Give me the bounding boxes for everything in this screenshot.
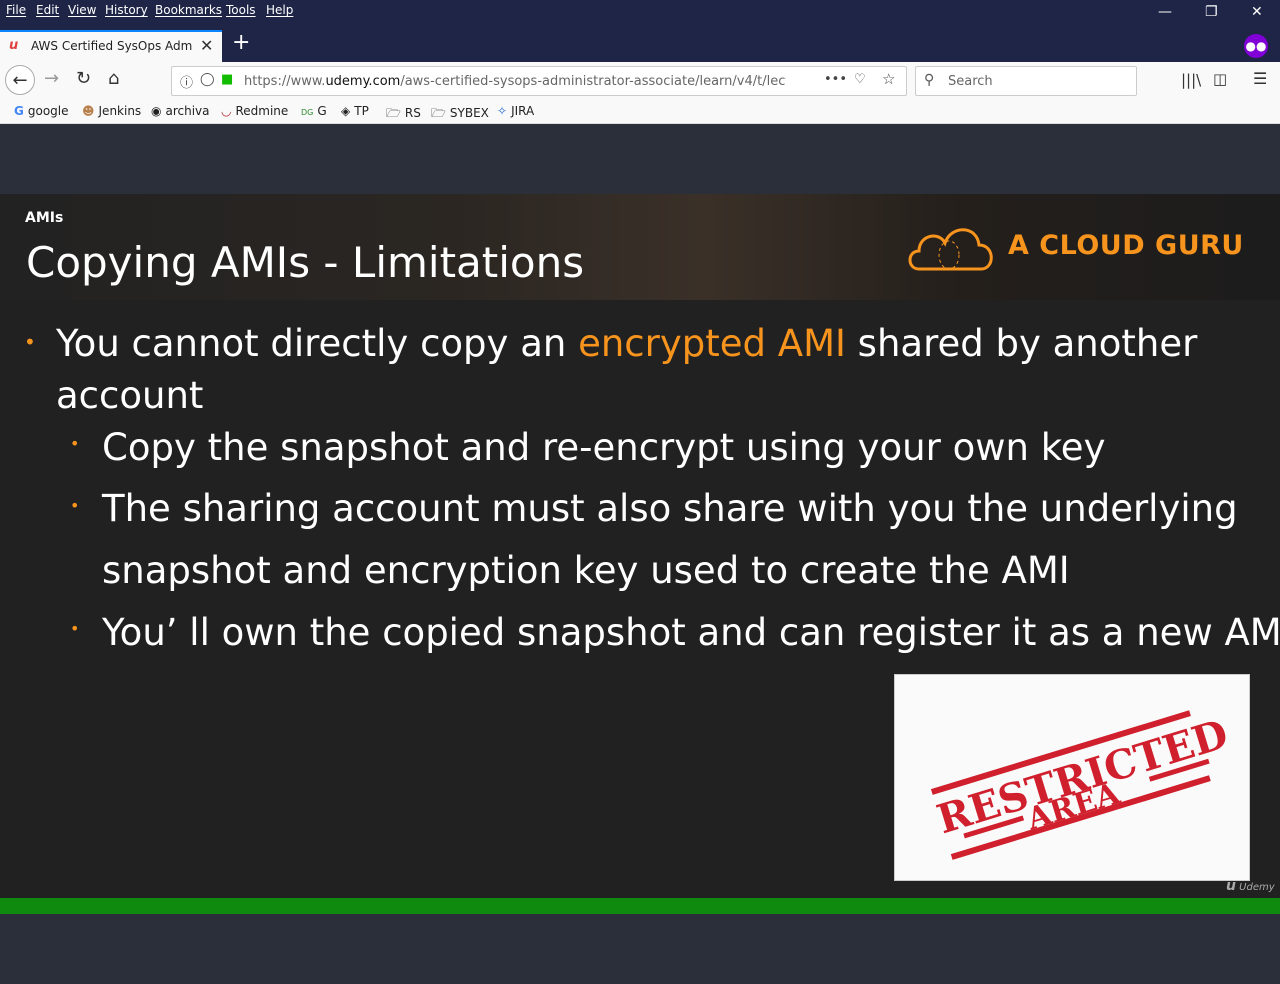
close-window-icon[interactable]: ✕ [1251, 4, 1263, 20]
tab-close-icon[interactable]: ✕ [200, 36, 213, 55]
search-input[interactable]: Search [948, 74, 993, 89]
bookmark-label: JIRA [511, 104, 535, 118]
private-browsing-icon: ●● [1244, 34, 1268, 58]
bookmark-google[interactable]: Ggoogle [14, 104, 69, 118]
bookmark-label: G [317, 104, 327, 118]
bookmark-rs[interactable]: 🗁 RS [386, 104, 421, 125]
bookmark-label: SYBEX [449, 106, 489, 120]
slide-title: Copying AMIs - Limitations [26, 238, 585, 287]
sub-bullet-2-continuation: snapshot and encryption key used to crea… [102, 549, 1070, 592]
watermark-text: Udemy [1239, 882, 1275, 893]
bullet-1-continuation: account [56, 374, 204, 417]
reload-button[interactable]: ↻ [76, 68, 91, 89]
menu-tools[interactable]: Tools [226, 3, 256, 17]
bookmark-jira[interactable]: ✧ JIRA [497, 104, 534, 118]
diamond-icon: ◈ [341, 104, 351, 118]
sub-bullet-3: You’ ll own the copied snapshot and can … [102, 611, 1280, 654]
bookmark-label: Redmine [235, 104, 289, 118]
sidebar-icon[interactable]: ◫ [1213, 70, 1227, 88]
lock-icon[interactable]: ■ [221, 72, 233, 87]
sub-bullet-icon: • [70, 619, 80, 638]
forward-button[interactable]: → [44, 68, 59, 89]
tracking-shield-icon[interactable]: ◯ [200, 72, 215, 87]
menu-help[interactable]: Help [266, 3, 293, 17]
bookmark-g[interactable]: DG G [301, 104, 327, 118]
globe-icon: ◉ [151, 104, 162, 118]
dg-icon: DG [301, 108, 314, 117]
bookmark-archiva[interactable]: ◉ archiva [151, 104, 210, 118]
sub-bullet-2: The sharing account must also share with… [102, 487, 1238, 530]
url-text: https://www.udemy.com/aws-certified-syso… [244, 74, 786, 89]
search-bar[interactable]: ⚲ Search [915, 66, 1137, 96]
bookmarks-bar: Ggoogle ☻ Jenkins ◉ archiva ◡ Redmine DG G ◈… [0, 100, 1280, 124]
home-button[interactable]: ⌂ [108, 68, 119, 89]
menu-file[interactable]: File [6, 3, 26, 17]
bookmark-redmine[interactable]: ◡ Redmine [221, 104, 288, 118]
bullet-icon: • [24, 330, 36, 354]
menu-edit[interactable]: Edit [36, 3, 59, 17]
bullet-1: You cannot directly copy an encrypted AM… [56, 322, 1198, 365]
library-icon[interactable]: |||\ [1181, 71, 1201, 89]
jira-icon: ✧ [497, 104, 508, 118]
restore-icon[interactable]: ❐ [1205, 4, 1218, 20]
player-controls-area [0, 914, 1280, 984]
sub-bullet-icon: • [70, 434, 80, 453]
bookmark-star-icon[interactable]: ☆ [882, 70, 895, 88]
new-tab-icon[interactable]: + [232, 30, 250, 55]
sub-bullet-icon: • [70, 496, 80, 515]
jenkins-icon: ☻ [82, 104, 95, 118]
tab-bar: u AWS Certified SysOps Administ ✕ + ●● [0, 22, 1280, 62]
url-bar[interactable]: ⓘ ◯ ■ https://www.udemy.com/aws-certifie… [171, 66, 907, 96]
video-progress-bar[interactable] [0, 898, 1280, 914]
menu-bar: File Edit View History Bookmarks Tools H… [0, 0, 1280, 22]
section-label: AMIs [25, 210, 64, 226]
search-icon: ⚲ [924, 72, 935, 88]
back-button[interactable]: ← [5, 65, 35, 95]
restricted-stamp-icon: RESTRICTED AREA [930, 710, 1233, 860]
tab-title: AWS Certified SysOps Administ [31, 39, 193, 53]
hamburger-menu-icon[interactable]: ☰ [1253, 69, 1267, 88]
pocket-icon[interactable]: ♡ [854, 72, 866, 87]
cloud-guru-logo-icon [908, 228, 993, 271]
redmine-icon: ◡ [221, 104, 232, 118]
tab-active[interactable]: u AWS Certified SysOps Administ ✕ [0, 30, 222, 62]
restricted-area-image: RESTRICTED AREA [894, 674, 1250, 881]
udemy-watermark: u Udemy [1226, 878, 1275, 894]
menu-history[interactable]: History [105, 3, 148, 17]
bookmark-jenkins[interactable]: ☻ Jenkins [82, 104, 141, 118]
menu-view[interactable]: View [68, 3, 96, 17]
google-icon: G [14, 104, 24, 118]
folder-icon: 🗁 [431, 106, 446, 120]
menu-bookmarks[interactable]: Bookmarks [155, 3, 222, 17]
bookmark-label: RS [404, 106, 421, 120]
page-actions-icon[interactable]: ••• [824, 72, 847, 87]
bookmark-sybex[interactable]: 🗁 SYBEX [431, 104, 489, 125]
slide-header: AMIs Copying AMIs - Limitations A CLOUD … [0, 194, 1280, 300]
bookmark-tp[interactable]: ◈ TP [341, 104, 369, 118]
minimize-icon[interactable]: — [1158, 4, 1172, 20]
sub-bullet-1: Copy the snapshot and re-encrypt using y… [102, 426, 1106, 469]
bookmark-label: TP [354, 104, 369, 118]
bookmark-label: Jenkins [98, 104, 142, 118]
info-icon[interactable]: ⓘ [180, 72, 193, 91]
folder-icon: 🗁 [386, 106, 401, 120]
nav-bar: ← → ↻ ⌂ ⓘ ◯ ■ https://www.udemy.com/aws-… [0, 62, 1280, 100]
bookmark-label: archiva [165, 104, 210, 118]
udemy-favicon-icon: u [9, 38, 19, 53]
brand-text: A CLOUD GURU [1008, 230, 1244, 261]
slide-body: • You cannot directly copy an encrypted … [0, 300, 1280, 898]
bookmark-label: google [27, 104, 69, 118]
